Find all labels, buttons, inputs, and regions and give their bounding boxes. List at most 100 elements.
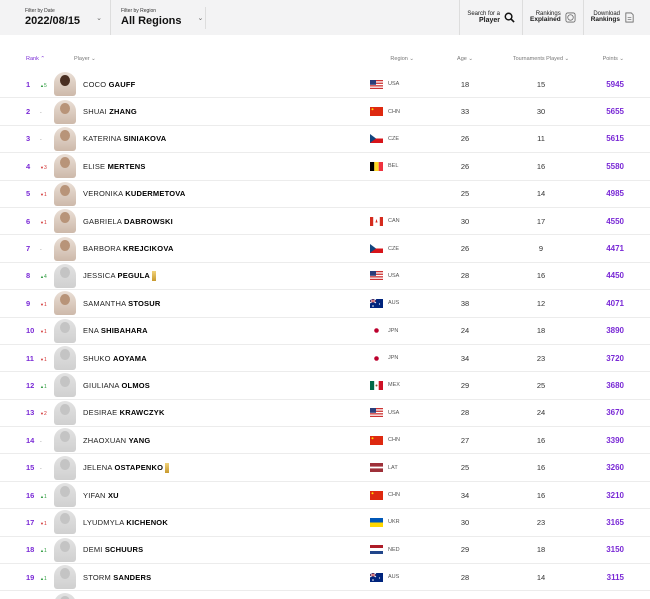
player-name[interactable]: VERONIKA KUDERMETOVA xyxy=(83,189,186,198)
player-cell[interactable]: JELENA OSTAPENKO xyxy=(54,455,352,480)
table-row[interactable]: 3- KATERINA SINIAKOVA CZE 26 11 5615 xyxy=(0,126,650,154)
player-name[interactable]: GIULIANA OLMOS xyxy=(83,381,150,390)
rank-movement: ▲5 xyxy=(40,83,47,89)
search-player-button[interactable]: Search for a Player xyxy=(459,0,522,35)
player-cell[interactable]: KATERINA SINIAKOVA xyxy=(54,126,352,151)
region-filter[interactable]: Filter by Region All Regions ⌄ xyxy=(110,0,205,35)
player-cell[interactable]: ENA SHIBAHARA xyxy=(54,318,352,343)
table-row[interactable]: 12 ▲1 GIULIANA OLMOS MEX 29 25 3680 xyxy=(0,372,650,400)
player-name[interactable]: STORM SANDERS xyxy=(83,573,151,582)
player-name[interactable]: DEMI SCHUURS xyxy=(83,545,143,554)
player-name[interactable]: COCO GAUFF xyxy=(83,80,135,89)
country-code: NED xyxy=(388,546,400,553)
table-row[interactable]: 20▼2CATHERINE MCNALLYUSA20163105 xyxy=(0,591,650,599)
player-name[interactable]: SHUAI ZHANG xyxy=(83,107,137,116)
rank-movement: ▼1 xyxy=(40,329,47,335)
table-row[interactable]: 7- BARBORA KREJCIKOVA CZE 26 9 4471 xyxy=(0,235,650,263)
table-row[interactable]: 5 ▼1 VERONIKA KUDERMETOVA 25 14 4985 xyxy=(0,181,650,208)
rank-cell: 10 ▼1 xyxy=(0,326,62,335)
player-name[interactable]: JELENA OSTAPENKO xyxy=(83,462,170,473)
region-cell: CHN xyxy=(352,435,434,445)
player-first-name: GABRIELA xyxy=(83,216,122,226)
player-name[interactable]: YIFAN XU xyxy=(83,491,119,500)
table-row[interactable]: 2- SHUAI ZHANG CHN 33 30 5655 xyxy=(0,98,650,126)
player-column-header[interactable]: Player ⌄ xyxy=(62,56,374,62)
table-row[interactable]: 8 ▲4 JESSICA PEGULA USA 28 16 4450 xyxy=(0,263,650,291)
player-cell[interactable]: DESIRAE KRAWCZYK xyxy=(54,400,352,425)
player-name[interactable]: GABRIELA DABROWSKI xyxy=(83,217,173,226)
table-row[interactable]: 13 ▼2 DESIRAE KRAWCZYK USA 28 24 3670 xyxy=(0,400,650,428)
table-row[interactable]: 6 ▼1 GABRIELA DABROWSKI CAN 30 17 4550 xyxy=(0,208,650,236)
points-header-label: Points xyxy=(602,56,618,62)
country-code: MEX xyxy=(388,382,400,389)
rank-cell: 5 ▼1 xyxy=(0,189,62,198)
player-name[interactable]: ENA SHIBAHARA xyxy=(83,326,148,335)
date-filter-value: 2022/08/15 xyxy=(25,14,81,27)
table-row[interactable]: 14- ZHAOXUAN YANG CHN 27 16 3390 xyxy=(0,427,650,455)
rank-number: 11 xyxy=(26,353,34,363)
player-cell[interactable]: ZHAOXUAN YANG xyxy=(54,428,352,453)
tournaments-column-header[interactable]: Tournaments Played ⌄ xyxy=(496,56,586,62)
rank-column-header[interactable]: Rank ⌃ xyxy=(0,56,62,62)
player-cell[interactable]: GABRIELA DABROWSKI xyxy=(54,209,352,234)
table-row[interactable]: 19 ▲1 STORM SANDERS AUS 28 14 3115 xyxy=(0,564,650,592)
tournaments-cell: 24 xyxy=(536,408,546,418)
player-cell[interactable]: SHUAI ZHANG xyxy=(54,99,352,124)
flag-usa-icon xyxy=(370,408,383,418)
player-first-name: ENA xyxy=(83,326,99,336)
flag-usa-icon xyxy=(370,79,383,89)
player-cell[interactable]: DEMI SCHUURS xyxy=(54,537,352,562)
player-first-name: GIULIANA xyxy=(83,380,120,390)
player-name[interactable]: ZHAOXUAN YANG xyxy=(83,436,150,445)
player-name[interactable]: LYUDMYLA KICHENOK xyxy=(83,518,168,527)
player-cell[interactable]: YIFAN XU xyxy=(54,483,352,508)
region-header-label: Region xyxy=(390,56,408,62)
player-cell[interactable]: SAMANTHA STOSUR xyxy=(54,291,352,316)
flag-aus-icon xyxy=(370,298,383,308)
player-name[interactable]: ELISE MERTENS xyxy=(83,162,146,171)
player-name[interactable]: JESSICA PEGULA xyxy=(83,271,156,281)
table-row[interactable]: 10 ▼1 ENA SHIBAHARA JPN 24 18 3890 xyxy=(0,318,650,345)
table-row[interactable]: 18 ▲1 DEMI SCHUURS NED 29 18 3150 xyxy=(0,537,650,565)
player-name[interactable]: KATERINA SINIAKOVA xyxy=(83,134,166,143)
flag-mex-icon xyxy=(370,380,383,390)
player-cell[interactable]: GIULIANA OLMOS xyxy=(54,373,352,398)
table-row[interactable]: 16 ▲1 YIFAN XU CHN 34 16 3210 xyxy=(0,482,650,510)
player-name[interactable]: SHUKO AOYAMA xyxy=(83,354,147,363)
age-column-header[interactable]: Age ⌄ xyxy=(434,56,496,62)
player-name[interactable]: BARBORA KREJCIKOVA xyxy=(83,244,174,253)
player-cell[interactable]: ELISE MERTENS xyxy=(54,154,352,179)
table-row[interactable]: 17 ▼1 LYUDMYLA KICHENOK UKR 30 23 3165 xyxy=(0,509,650,537)
date-filter-label: Filter by Date xyxy=(25,7,55,14)
region-cell: USA xyxy=(352,408,434,418)
player-name[interactable]: SAMANTHA STOSUR xyxy=(83,299,160,308)
download-rankings-button[interactable]: Download Rankings xyxy=(582,0,642,35)
player-cell[interactable]: JESSICA PEGULA xyxy=(54,263,352,288)
player-cell[interactable]: VERONIKA KUDERMETOVA xyxy=(54,181,352,206)
player-first-name: JELENA xyxy=(83,462,113,472)
player-cell[interactable]: LYUDMYLA KICHENOK xyxy=(54,510,352,535)
points-cell: 3150 xyxy=(606,545,624,555)
player-cell[interactable]: STORM SANDERS xyxy=(54,565,352,590)
rank-movement-value: 1 xyxy=(43,301,47,308)
table-row[interactable]: 15- JELENA OSTAPENKO LAT 25 16 3260 xyxy=(0,454,650,482)
country-code: CHN xyxy=(388,492,400,499)
points-column-header[interactable]: Points ⌄ xyxy=(586,56,650,62)
rankings-explained-button[interactable]: Rankings Explained xyxy=(522,0,583,35)
player-name[interactable]: DESIRAE KRAWCZYK xyxy=(83,408,165,417)
tournaments-cell: 16 xyxy=(536,271,546,281)
table-row[interactable]: 9 ▼1 SAMANTHA STOSUR AUS 38 12 4071 xyxy=(0,290,650,318)
table-row[interactable]: 11 ▼1 SHUKO AOYAMA JPN 34 23 3720 xyxy=(0,345,650,373)
date-filter[interactable]: Filter by Date 2022/08/15 ⌄ xyxy=(0,0,110,35)
player-cell[interactable]: BARBORA KREJCIKOVA xyxy=(54,236,352,261)
table-row[interactable]: 1 ▲5 COCO GAUFF USA 18 15 5945 xyxy=(0,71,650,99)
rank-movement-value: 5 xyxy=(43,82,47,89)
player-cell[interactable]: SHUKO AOYAMA xyxy=(54,346,352,371)
rank-movement-value: - xyxy=(40,438,42,445)
region-column-header[interactable]: Region ⌄ xyxy=(374,56,434,62)
rank-number: 8 xyxy=(26,271,31,281)
player-cell[interactable]: COCO GAUFF xyxy=(54,72,352,97)
points-cell: 3210 xyxy=(606,490,624,500)
table-row[interactable]: 4 ▼3 ELISE MERTENS BEL 26 16 5580 xyxy=(0,153,650,181)
player-cell[interactable]: CATHERINE MCNALLY xyxy=(54,592,352,599)
